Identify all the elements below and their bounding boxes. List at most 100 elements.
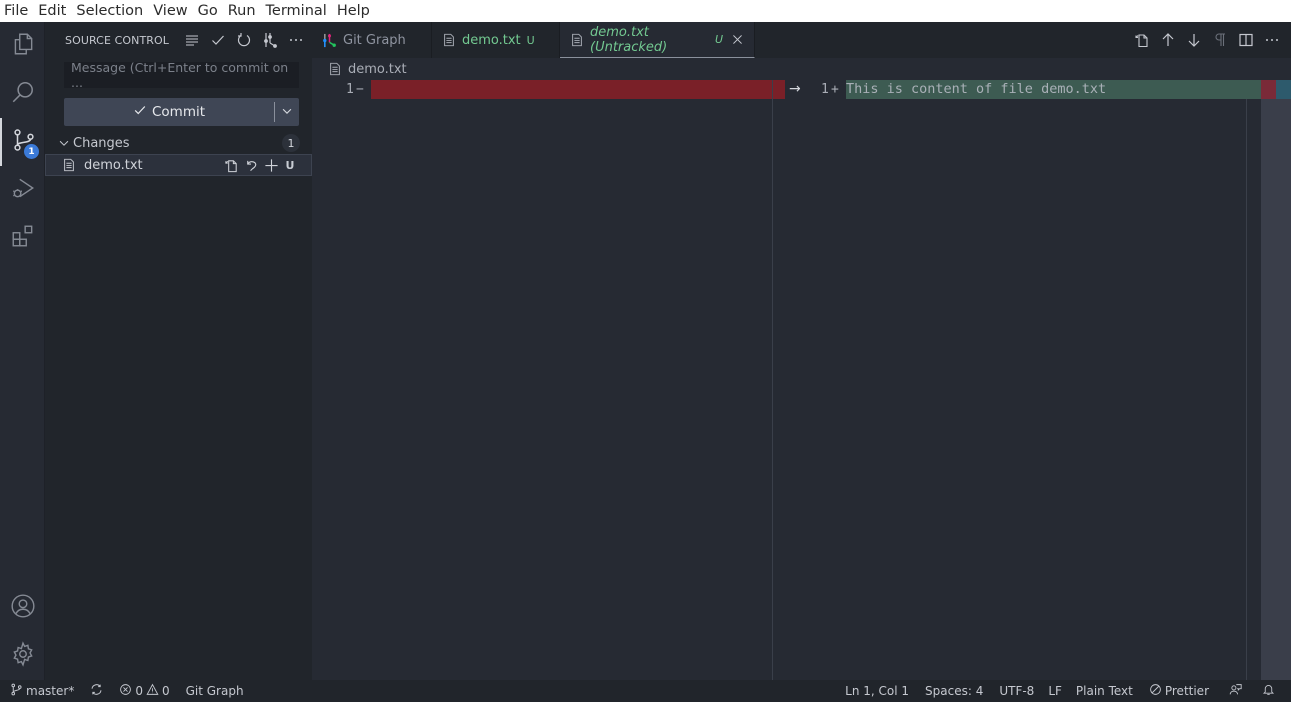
ruler (1246, 80, 1247, 680)
status-bar: master* 0 0 Git Graph Ln 1, Col 1 Spaces… (0, 680, 1291, 702)
commit-button[interactable]: Commit (64, 98, 274, 126)
menu-bar: File Edit Selection View Go Run Terminal… (0, 0, 1291, 22)
breadcrumb[interactable]: demo.txt (312, 58, 407, 80)
notifications-button[interactable] (1248, 680, 1281, 702)
chevron-down-icon (280, 103, 294, 122)
untracked-status: U (285, 158, 295, 172)
prettier-label: Prettier (1164, 684, 1209, 698)
open-file-icon[interactable] (223, 156, 240, 174)
deletion-marker: − (356, 82, 364, 97)
commit-message-input[interactable]: Message (Ctrl+Enter to commit on ... (64, 60, 299, 90)
activity-extensions[interactable] (0, 214, 45, 262)
deleted-line (371, 80, 785, 99)
commit-check-icon[interactable] (205, 29, 231, 51)
menu-view[interactable]: View (149, 0, 193, 22)
discard-changes-icon[interactable] (243, 156, 260, 174)
menu-file[interactable]: File (0, 0, 34, 22)
activity-accounts[interactable] (0, 584, 45, 632)
feedback-button[interactable] (1215, 680, 1248, 702)
tab-git-graph[interactable]: Git Graph (312, 22, 432, 58)
menu-go[interactable]: Go (194, 0, 224, 22)
changes-label: Changes (73, 135, 130, 151)
activity-search[interactable] (0, 70, 45, 118)
bell-icon (1262, 683, 1275, 699)
overview-change-marker (1276, 80, 1291, 99)
language-mode[interactable]: Plain Text (1068, 680, 1139, 702)
activity-bar: 1 (0, 22, 45, 680)
diff-original-pane[interactable]: 1 − (312, 80, 785, 680)
previous-change-icon[interactable] (1155, 27, 1181, 53)
cursor-position[interactable]: Ln 1, Col 1 (839, 680, 915, 702)
source-control-badge: 1 (24, 144, 39, 159)
menu-run[interactable]: Run (224, 0, 262, 22)
end-of-line[interactable]: LF (1040, 680, 1068, 702)
activity-manage[interactable] (0, 632, 45, 680)
commit-dropdown-button[interactable] (275, 98, 299, 126)
sync-icon (90, 683, 103, 699)
indentation[interactable]: Spaces: 4 (915, 680, 989, 702)
revert-arrow-icon[interactable]: → (789, 80, 801, 99)
prettier-status[interactable]: Prettier (1139, 680, 1215, 702)
source-control-sidebar: SOURCE CONTROL Message (Ctrl+Enter to co… (45, 22, 312, 680)
gear-icon (10, 641, 36, 671)
split-editor-icon[interactable] (1233, 27, 1259, 53)
tab-label: demo.txt (Untracked) (590, 24, 668, 55)
more-actions-icon[interactable] (283, 29, 309, 51)
tab-label: demo.txt (462, 32, 521, 48)
git-graph-icon (322, 33, 337, 48)
problems-status[interactable]: 0 0 (113, 680, 175, 702)
encoding[interactable]: UTF-8 (989, 680, 1040, 702)
menu-help[interactable]: Help (333, 0, 376, 22)
error-count: 0 (135, 684, 143, 698)
line-number: 1 (821, 82, 829, 97)
diff-overview-ruler[interactable] (1261, 80, 1291, 680)
files-icon (10, 31, 36, 61)
changes-count-badge: 1 (282, 134, 300, 152)
warning-count: 0 (161, 684, 170, 698)
view-as-tree-icon[interactable] (179, 29, 205, 51)
menu-selection[interactable]: Selection (72, 0, 149, 22)
editor-actions (1129, 22, 1285, 58)
stage-changes-icon[interactable] (263, 156, 280, 174)
menu-terminal[interactable]: Terminal (262, 0, 333, 22)
git-graph-status[interactable]: Git Graph (176, 680, 250, 702)
file-icon (570, 33, 584, 47)
activity-explorer[interactable] (0, 22, 45, 70)
branch-status[interactable]: master* (0, 680, 80, 702)
extensions-icon (10, 223, 36, 253)
activity-source-control[interactable]: 1 (0, 118, 45, 166)
refresh-icon[interactable] (231, 29, 257, 51)
run-debug-icon (10, 175, 36, 205)
file-name: demo.txt (84, 157, 143, 173)
disabled-icon (1149, 683, 1162, 699)
open-file-icon[interactable] (1129, 27, 1155, 53)
overview-insert-marker (1246, 80, 1261, 99)
branch-icon (10, 683, 23, 699)
chevron-down-icon (57, 136, 73, 150)
account-icon (10, 593, 36, 623)
changed-file-item[interactable]: demo.txt U (45, 154, 312, 176)
changes-group-header[interactable]: Changes 1 (45, 132, 312, 154)
file-icon (442, 33, 456, 47)
feedback-icon (1229, 683, 1242, 699)
overview-delete-marker (1261, 80, 1276, 99)
file-icon (328, 62, 342, 76)
diff-modified-pane[interactable]: → 1 + This is content of file demo.txt (785, 80, 1261, 680)
close-icon[interactable] (731, 33, 744, 46)
line-number: 1 (346, 82, 354, 97)
tab-demo-txt[interactable]: demo.txt U (432, 22, 560, 58)
breadcrumb-file: demo.txt (348, 61, 407, 77)
activity-run-debug[interactable] (0, 166, 45, 214)
warning-icon (146, 683, 159, 699)
sync-button[interactable] (80, 680, 113, 702)
sidebar-header: SOURCE CONTROL (45, 22, 312, 58)
more-actions-icon[interactable] (1259, 27, 1285, 53)
commit-label: Commit (151, 104, 206, 120)
menu-edit[interactable]: Edit (34, 0, 72, 22)
show-whitespace-icon[interactable] (1207, 27, 1233, 53)
sidebar-title: SOURCE CONTROL (65, 33, 170, 47)
git-graph-icon[interactable] (257, 29, 283, 51)
tab-demo-txt-untracked[interactable]: demo.txt (Untracked) U (560, 22, 755, 58)
error-icon (119, 683, 132, 699)
next-change-icon[interactable] (1181, 27, 1207, 53)
